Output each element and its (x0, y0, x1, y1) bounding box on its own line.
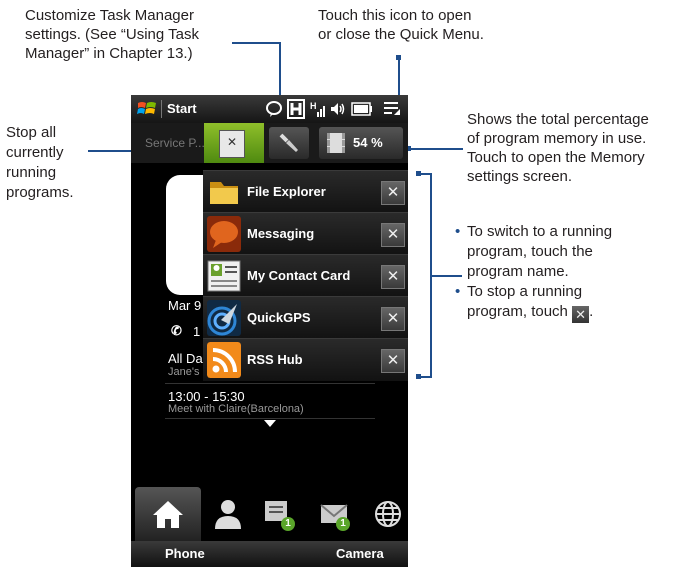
quick-menu-bar: Service P... ✕ 54 % (131, 123, 408, 163)
callout-quick-menu: Touch this icon to open or close the Qui… (318, 6, 484, 44)
callout-line-3: running (6, 164, 57, 181)
close-program-button[interactable]: ✕ (381, 349, 405, 373)
softkey-phone[interactable]: Phone (165, 546, 205, 561)
bullet-dot: • (455, 223, 461, 240)
callout-line-1: Stop all (6, 124, 57, 141)
program-name[interactable]: File Explorer (247, 184, 326, 199)
bullet-switch-line-2: program, touch the (467, 243, 593, 260)
contact-card-icon (207, 260, 241, 292)
running-programs-list: File Explorer ✕ Messaging ✕ My Contact C… (203, 170, 408, 382)
volume-icon (331, 103, 345, 115)
running-program-row[interactable]: My Contact Card ✕ (203, 254, 408, 297)
softkey-bar: Phone Camera (131, 541, 408, 567)
callout-line-1: Customize Task Manager (25, 7, 194, 24)
event-description[interactable]: Meet with Claire(Barcelona) (168, 403, 304, 415)
callout-memory: Shows the total percentage of program me… (467, 110, 649, 186)
callout-line-4: programs. (6, 184, 74, 201)
callout-line-1: Shows the total percentage (467, 111, 649, 128)
divider (165, 383, 375, 384)
service-label: Service P... (145, 136, 205, 150)
internet-globe-icon[interactable] (371, 497, 405, 531)
close-program-button[interactable]: ✕ (381, 307, 405, 331)
missed-call-icon: ✆ (171, 323, 182, 338)
running-program-row[interactable]: RSS Hub ✕ (203, 338, 408, 381)
program-name[interactable]: My Contact Card (247, 268, 350, 283)
bracket-dot-bottom (416, 374, 421, 379)
start-label[interactable]: Start (167, 101, 197, 116)
expand-arrow-icon[interactable] (264, 420, 276, 427)
callout-line-4: settings screen. (467, 168, 573, 185)
bullet-dot: • (455, 283, 461, 300)
bullet-stop-line-1: To stop a running (467, 283, 583, 300)
bullet-switch: • To switch to a running program, touch … (455, 222, 612, 282)
people-icon[interactable] (211, 497, 245, 531)
callout-line-1: Touch this icon to open (318, 7, 472, 24)
chat-bubble-icon (266, 101, 282, 117)
leader-quick-menu-v (398, 57, 400, 97)
bullet-stop: • To stop a running program, touch ✕. (455, 282, 612, 323)
callout-customize-task-manager: Customize Task Manager settings. (See “U… (25, 6, 199, 63)
tab-home[interactable] (135, 487, 201, 541)
close-icon: ✕ (572, 306, 590, 323)
messages-badge: 1 (281, 517, 295, 531)
missed-call-count: 1 (193, 324, 201, 339)
running-program-row[interactable]: File Explorer ✕ (203, 170, 408, 213)
callout-line-2: settings. (See “Using Task (25, 26, 199, 43)
status-bar: Start H (131, 95, 408, 124)
memory-chip-icon (327, 133, 345, 153)
callout-line-3: Touch to open the Memory (467, 149, 645, 166)
windows-flag-icon[interactable] (137, 100, 157, 118)
running-program-row[interactable]: QuickGPS ✕ (203, 296, 408, 339)
callout-line-2: currently (6, 144, 64, 161)
home-icon (153, 501, 183, 528)
status-divider (161, 100, 162, 118)
stop-all-programs-button[interactable]: ✕ (204, 123, 264, 163)
leader-memory-h (408, 148, 463, 150)
bullet-stop-text: program, touch (467, 303, 568, 320)
callout-line-2: of program memory in use. (467, 130, 647, 147)
task-manager-icon: ✕ (219, 126, 249, 158)
phone-screen: Start H Service P... ✕ 54 % Mar 9 ✆ 1 Al… (131, 95, 408, 567)
program-name[interactable]: Messaging (247, 226, 314, 241)
leader-customize-h (232, 42, 281, 44)
messaging-icon (207, 216, 241, 252)
close-program-button[interactable]: ✕ (381, 223, 405, 247)
mail-badge: 1 (336, 517, 350, 531)
program-name[interactable]: RSS Hub (247, 352, 303, 367)
bullet-stop-period: . (589, 303, 594, 320)
wrench-icon (279, 133, 298, 152)
event-time[interactable]: 13:00 - 15:30 (168, 389, 245, 404)
bracket-dot-top (416, 171, 421, 176)
gps-icon (207, 300, 241, 336)
date-text: Mar 9 (168, 298, 202, 313)
callout-line-3: Manager” in Chapter 13.) (25, 45, 193, 62)
close-program-button[interactable]: ✕ (381, 265, 405, 289)
memory-button[interactable]: 54 % (319, 127, 403, 159)
folder-icon (210, 182, 238, 204)
memory-percent: 54 % (353, 135, 383, 150)
bullet-switch-line-1: To switch to a running (467, 223, 613, 240)
callout-bullets: • To switch to a running program, touch … (455, 222, 612, 323)
rss-icon (207, 342, 241, 378)
stop-x-icon: ✕ (227, 135, 238, 149)
svg-text:H: H (310, 101, 317, 111)
battery-icon (351, 102, 372, 116)
task-manager-settings-button[interactable] (269, 127, 309, 159)
callout-stop-all: Stop all currently running programs. (6, 123, 74, 203)
divider (165, 418, 375, 419)
running-program-row[interactable]: Messaging ✕ (203, 212, 408, 255)
softkey-camera[interactable]: Camera (336, 546, 384, 561)
janes-text: Jane's (168, 366, 200, 378)
all-day-text: All Da (168, 351, 203, 366)
quick-menu-icon[interactable] (384, 101, 402, 117)
program-name[interactable]: QuickGPS (247, 310, 311, 325)
bullet-stop-line-2: program, touch ✕. (467, 302, 612, 323)
bullet-switch-line-3: program name. (467, 263, 569, 280)
leader-quick-menu-dot (396, 55, 401, 60)
close-program-button[interactable]: ✕ (381, 181, 405, 205)
tab-bar: 1 1 (131, 485, 408, 541)
callout-line-2: or close the Quick Menu. (318, 26, 484, 43)
h-box-icon[interactable] (287, 99, 305, 119)
signal-icon: H (310, 101, 325, 117)
